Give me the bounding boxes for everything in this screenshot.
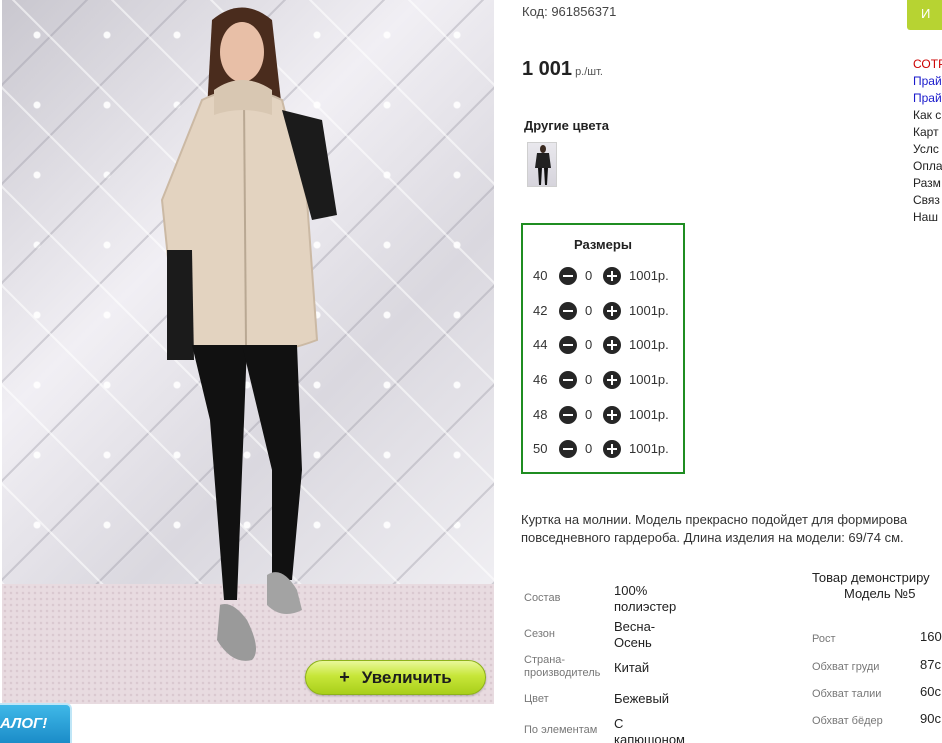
plus-circle-icon[interactable]	[603, 336, 621, 354]
model-figure	[160, 7, 337, 661]
description-line: повседневного гардероба. Длина изделия н…	[521, 530, 904, 545]
size-value: 44	[533, 337, 548, 352]
color-variant-thumbnail[interactable]	[527, 142, 557, 187]
plus-circle-icon[interactable]	[603, 267, 621, 285]
spec-value: Весна-Осень	[614, 619, 656, 650]
side-link[interactable]: СОТР	[913, 56, 942, 73]
model-info: Товар демонстриру Модель №5 Рост 160с Об…	[808, 568, 942, 743]
spec-value: Китай	[614, 660, 650, 675]
measurement-label: Обхват талии	[812, 688, 882, 700]
size-price: 1001р.	[629, 441, 669, 456]
measurement-value: 87с	[920, 657, 941, 672]
buy-button[interactable]: И	[907, 0, 942, 30]
spec-label: По элементам	[524, 724, 598, 736]
size-row: 50 0 1001р.	[523, 438, 683, 460]
size-value: 40	[533, 268, 548, 283]
minus-icon[interactable]	[559, 406, 577, 424]
minus-icon[interactable]	[559, 440, 577, 458]
minus-icon[interactable]	[559, 371, 577, 389]
size-quantity: 0	[585, 303, 593, 318]
size-row: 40 0 1001р.	[523, 265, 683, 287]
size-row: 44 0 1001р.	[523, 334, 683, 356]
size-price: 1001р.	[629, 407, 669, 422]
minus-icon[interactable]	[559, 267, 577, 285]
minus-icon[interactable]	[559, 336, 577, 354]
zoom-button[interactable]: + Увеличить	[305, 660, 486, 695]
measurement-value: 90с	[920, 711, 941, 726]
side-link[interactable]: Карт	[913, 124, 942, 141]
size-value: 46	[533, 372, 548, 387]
size-price: 1001р.	[629, 372, 669, 387]
size-row: 48 0 1001р.	[523, 404, 683, 426]
measurement-label: Обхват груди	[812, 661, 880, 673]
size-quantity: 0	[585, 407, 593, 422]
plus-circle-icon[interactable]	[603, 371, 621, 389]
size-value: 50	[533, 441, 548, 456]
zoom-label: Увеличить	[361, 667, 452, 687]
spec-label: Цвет	[524, 693, 549, 705]
product-description: Куртка на молнии. Модель прекрасно подой…	[521, 511, 942, 547]
measurement-value: 60с	[920, 684, 941, 699]
measurement-label: Обхват бёдер	[812, 715, 883, 727]
sizes-title: Размеры	[574, 237, 632, 252]
model-info-title: Товар демонстриру	[812, 570, 930, 585]
catalog-badge[interactable]: АЛОГ!	[0, 703, 72, 743]
price: 1 001 р./шт.	[522, 58, 603, 81]
side-link[interactable]: Прай	[913, 90, 942, 107]
spec-value: Бежевый	[614, 691, 670, 706]
size-quantity: 0	[585, 441, 593, 456]
color-variant-image	[535, 145, 551, 185]
spec-value: С капюшоном	[614, 716, 685, 743]
product-code: Код: 961856371	[522, 4, 617, 19]
side-link[interactable]: Прай	[913, 73, 942, 90]
size-price: 1001р.	[629, 337, 669, 352]
side-link[interactable]: Опла	[913, 158, 942, 175]
spec-label: Сезон	[524, 628, 555, 640]
side-link[interactable]: Услс	[913, 141, 942, 158]
price-amount: 1 001	[522, 58, 573, 80]
size-value: 48	[533, 407, 548, 422]
measurement-row: Обхват талии 60с	[812, 684, 942, 700]
spec-label: Страна-производитель	[524, 654, 601, 679]
side-link[interactable]: Наш	[913, 209, 942, 226]
minus-icon[interactable]	[559, 302, 577, 320]
plus-circle-icon[interactable]	[603, 440, 621, 458]
plus-circle-icon[interactable]	[603, 406, 621, 424]
size-price: 1001р.	[629, 303, 669, 318]
spec-label: Состав	[524, 592, 561, 604]
side-link[interactable]: Разм	[913, 175, 942, 192]
size-quantity: 0	[585, 372, 593, 387]
measurement-label: Рост	[812, 633, 836, 645]
model-number: Модель №5	[844, 586, 916, 601]
plus-icon: +	[339, 667, 350, 687]
measurement-row: Рост 160с	[812, 629, 942, 645]
measurement-row: Обхват бёдер 90с	[812, 711, 942, 727]
size-quantity: 0	[585, 337, 593, 352]
size-row: 42 0 1001р.	[523, 300, 683, 322]
spec-value: 100% полиэстер	[614, 583, 677, 614]
product-photo[interactable]: + Увеличить	[2, 0, 494, 704]
price-unit: р./шт.	[575, 66, 603, 78]
measurement-row: Обхват груди 87с	[812, 657, 942, 673]
side-links: СОТР Прай Прай Как с Карт Услс Опла Разм…	[913, 56, 942, 226]
other-colors-title: Другие цвета	[524, 118, 609, 133]
size-value: 42	[533, 303, 548, 318]
side-link[interactable]: Связ	[913, 192, 942, 209]
size-price: 1001р.	[629, 268, 669, 283]
measurement-value: 160с	[920, 629, 942, 644]
sizes-panel: Размеры 40 0 1001р. 42 0 1001р. 44 0 100…	[521, 223, 685, 474]
description-line: Куртка на молнии. Модель прекрасно подой…	[521, 512, 908, 527]
size-quantity: 0	[585, 268, 593, 283]
side-link[interactable]: Как с	[913, 107, 942, 124]
plus-circle-icon[interactable]	[603, 302, 621, 320]
size-row: 46 0 1001р.	[523, 369, 683, 391]
